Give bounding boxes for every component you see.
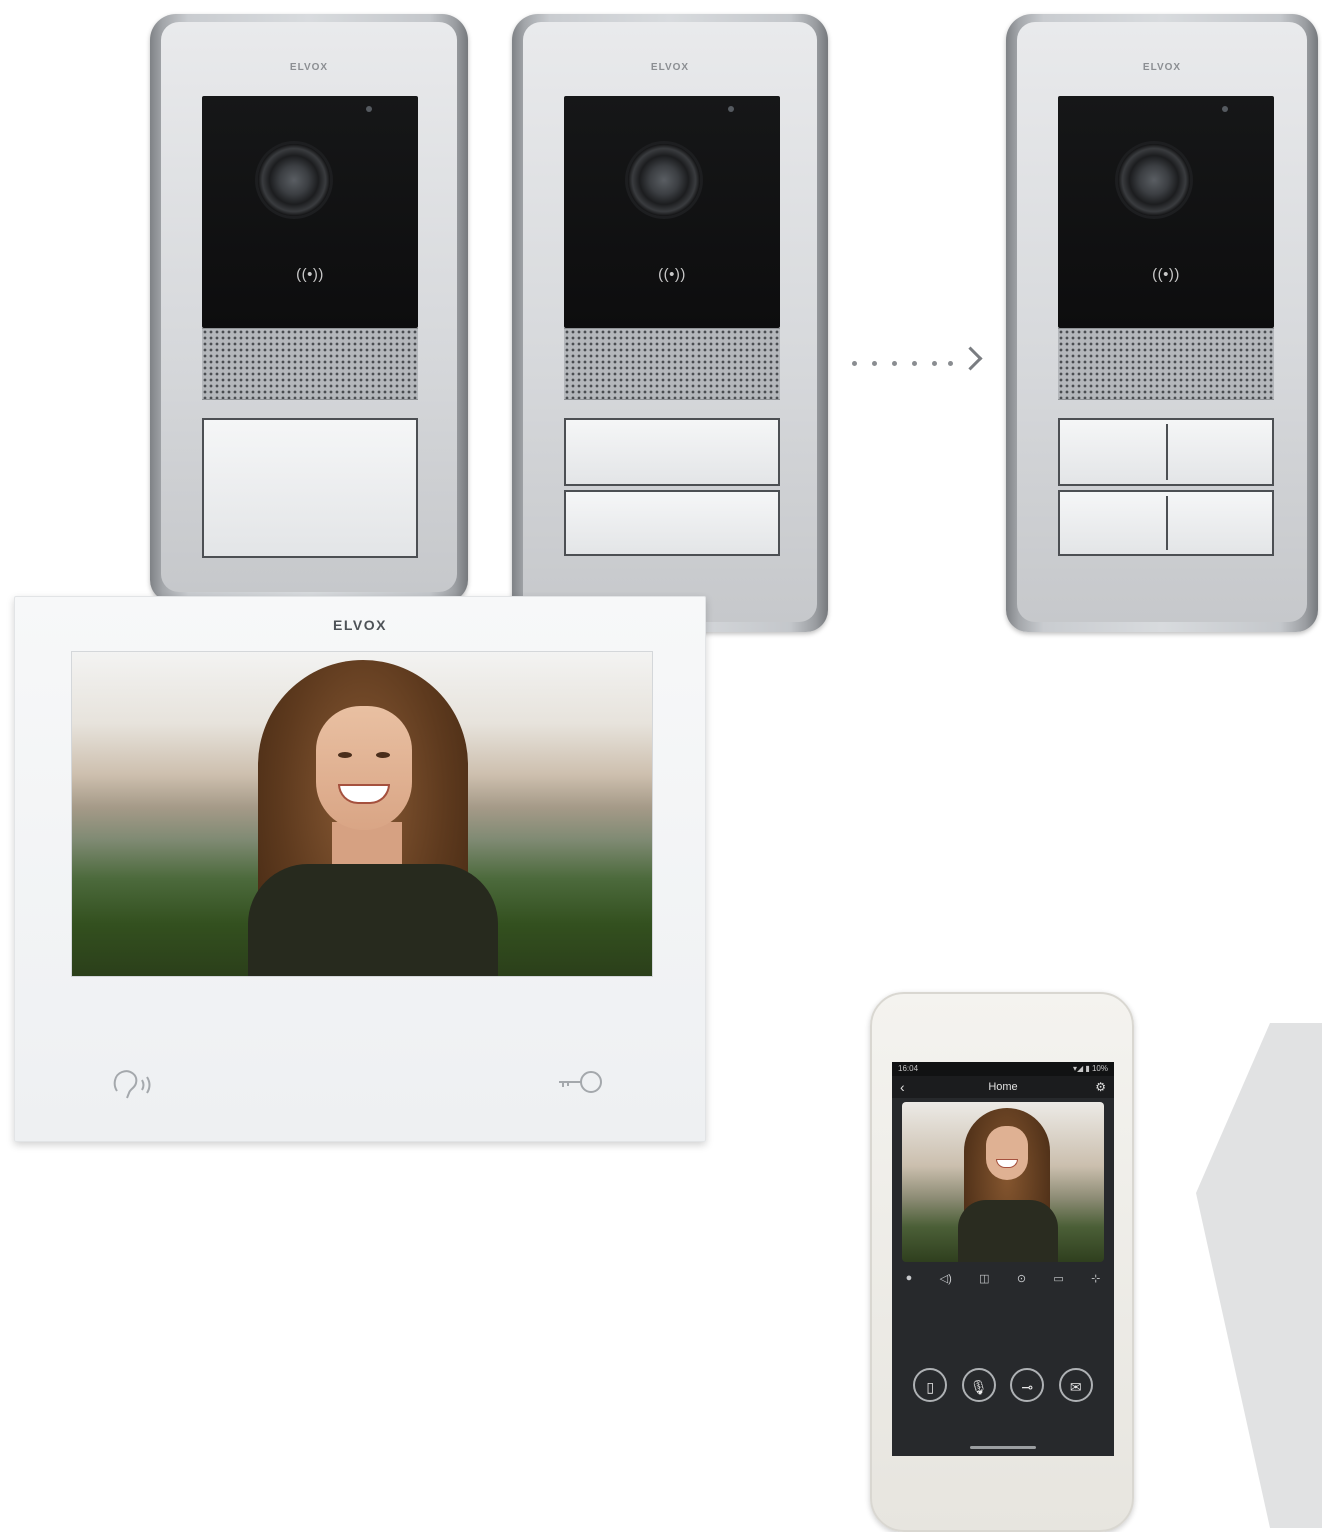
visitor-smile	[338, 784, 390, 804]
nfc-reader-icon: ((•))	[658, 266, 686, 283]
nfc-reader-icon: ((•))	[1152, 266, 1180, 283]
phone-video-feed	[902, 1102, 1104, 1262]
video-monitor: ELVOX	[14, 596, 706, 1142]
call-button-row-2[interactable]	[1058, 490, 1274, 556]
speaker-grille	[202, 328, 418, 400]
power-icon[interactable]: ⊙	[1017, 1272, 1026, 1285]
gear-icon[interactable]: ⚙	[1095, 1076, 1106, 1098]
status-led-icon	[728, 106, 734, 112]
visitor-smile	[996, 1159, 1018, 1168]
camera-lens-icon	[628, 144, 700, 216]
hangup-button[interactable]: ▯	[913, 1368, 948, 1402]
entry-panel-1: ELVOX ((•))	[150, 14, 468, 602]
move-icon[interactable]: ⊹	[1091, 1272, 1100, 1285]
smartphone: 16:04 ▾◢ ▮ 10% ‹ Home ⚙ ● ◁) ◫ ⊙ ▭ ⊹ ▯ 🎙…	[870, 992, 1134, 1532]
status-time: 16:04	[898, 1064, 919, 1073]
door-unlock-button[interactable]: ⊸	[1010, 1368, 1045, 1402]
button-divider	[1166, 424, 1168, 480]
call-button-row-1[interactable]	[1058, 418, 1274, 486]
camera-lens-icon	[1118, 144, 1190, 216]
status-signal-battery: ▾◢ ▮ 10%	[1072, 1064, 1108, 1073]
record-icon[interactable]: ●	[906, 1272, 913, 1284]
camera-module: ((•))	[202, 96, 418, 328]
arrow-dot	[912, 361, 917, 366]
visitor-image-body	[248, 864, 498, 976]
call-button[interactable]	[202, 418, 418, 558]
arrow-dot	[948, 361, 953, 366]
camera-module: ((•))	[564, 96, 780, 328]
call-button-1[interactable]	[564, 418, 780, 486]
visitor-eye	[338, 752, 352, 758]
home-indicator	[970, 1446, 1036, 1449]
volume-icon[interactable]: ◁)	[940, 1272, 952, 1285]
key-icon[interactable]	[555, 1067, 607, 1103]
call-actions: ▯ 🎙︎ ⊸ ✉	[892, 1368, 1114, 1402]
arrow-dot	[932, 361, 937, 366]
panel-brand-logo: ELVOX	[289, 62, 329, 73]
visitor-image-face	[986, 1126, 1028, 1180]
arrow-dot	[872, 361, 877, 366]
visitor-image-body	[958, 1200, 1058, 1262]
video-toolbar: ● ◁) ◫ ⊙ ▭ ⊹	[892, 1267, 1114, 1289]
call-button-2[interactable]	[564, 490, 780, 556]
panel-brand-logo: ELVOX	[650, 62, 690, 73]
nav-title: Home	[988, 1081, 1018, 1093]
phone-nav-bar: ‹ Home ⚙	[892, 1076, 1114, 1098]
microphone-button[interactable]: 🎙︎	[961, 1368, 996, 1402]
arrow-head-icon	[958, 346, 983, 371]
status-led-icon	[1222, 106, 1228, 112]
decorative-grey-shape	[1196, 1023, 1322, 1528]
entry-panel-3: ELVOX ((•))	[1006, 14, 1318, 632]
camera-lens-icon	[258, 144, 330, 216]
message-button[interactable]: ✉	[1058, 1368, 1093, 1402]
visitor-eye	[376, 752, 390, 758]
visitor-image-face	[316, 706, 412, 830]
speaker-grille	[564, 328, 780, 400]
arrow-dot	[892, 361, 897, 366]
camera-module: ((•))	[1058, 96, 1274, 328]
nfc-reader-icon: ((•))	[296, 266, 324, 283]
monitor-brand-logo: ELVOX	[333, 617, 387, 633]
phone-screen: 16:04 ▾◢ ▮ 10% ‹ Home ⚙ ● ◁) ◫ ⊙ ▭ ⊹ ▯ 🎙…	[892, 1062, 1114, 1456]
snapshot-icon[interactable]: ◫	[979, 1272, 989, 1285]
status-led-icon	[366, 106, 372, 112]
screen-icon[interactable]: ▭	[1053, 1272, 1063, 1285]
monitor-video-screen	[71, 651, 653, 977]
entry-panel-2: ELVOX ((•))	[512, 14, 828, 632]
arrow-dot	[852, 361, 857, 366]
button-divider	[1166, 496, 1168, 550]
speaker-call-icon[interactable]	[111, 1067, 163, 1107]
speaker-grille	[1058, 328, 1274, 400]
panel-brand-logo: ELVOX	[1142, 62, 1182, 73]
phone-status-bar: 16:04 ▾◢ ▮ 10%	[892, 1062, 1114, 1076]
